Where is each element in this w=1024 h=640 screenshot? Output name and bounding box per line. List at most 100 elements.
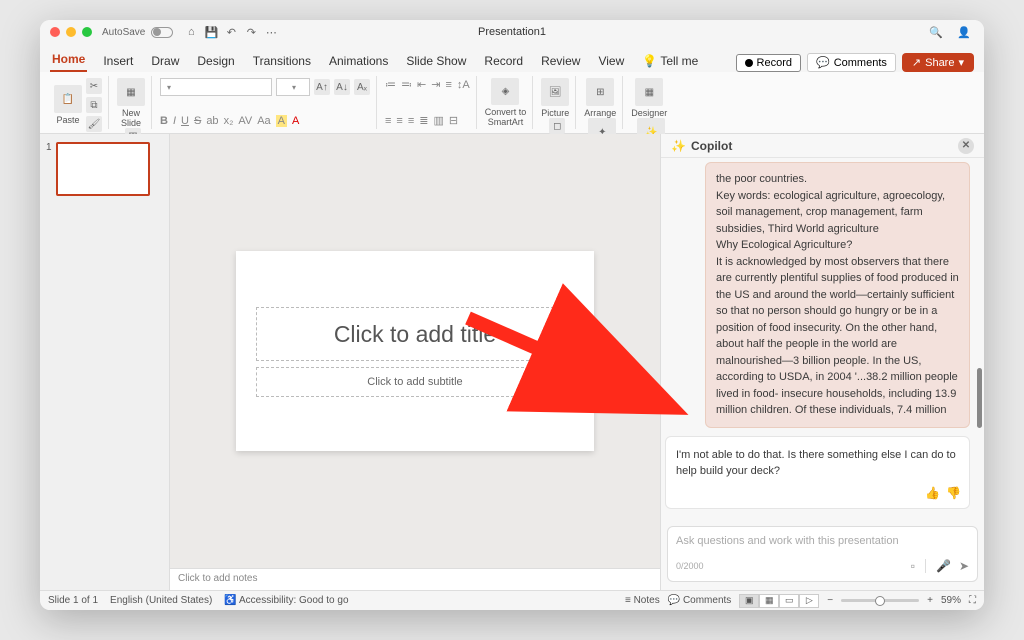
- comments-button[interactable]: 💬 Comments: [807, 53, 896, 72]
- font-size-select[interactable]: [276, 78, 310, 96]
- thumbs-down-icon[interactable]: 👎: [946, 484, 961, 502]
- charspacing-button[interactable]: AV: [238, 115, 252, 127]
- font-family-select[interactable]: [160, 78, 272, 96]
- copilot-send-icon[interactable]: ➤: [959, 559, 969, 573]
- notes-label: Notes: [634, 595, 660, 606]
- autosave-label: AutoSave: [102, 27, 145, 38]
- tab-home[interactable]: Home: [50, 48, 87, 72]
- tab-design[interactable]: Design: [195, 50, 236, 72]
- justify-icon[interactable]: ≣: [419, 114, 428, 127]
- reading-view-button[interactable]: ▭: [779, 594, 799, 608]
- normal-view-button[interactable]: ▣: [739, 594, 759, 608]
- tab-transitions[interactable]: Transitions: [251, 50, 313, 72]
- italic-button[interactable]: I: [173, 115, 176, 127]
- close-window-icon[interactable]: [50, 27, 60, 37]
- slide-thumbnail-1[interactable]: [56, 142, 150, 196]
- slideshow-view-button[interactable]: ▷: [799, 594, 819, 608]
- format-painter-icon[interactable]: 🖌: [86, 116, 102, 132]
- font-color-button[interactable]: A: [292, 115, 299, 127]
- align-center-icon[interactable]: ≡: [396, 115, 402, 127]
- copilot-close-button[interactable]: ✕: [958, 138, 974, 154]
- thumbs-up-icon[interactable]: 👍: [925, 484, 940, 502]
- copilot-scrollbar[interactable]: [977, 368, 982, 428]
- autosave-toggle[interactable]: [151, 27, 173, 38]
- tab-animations[interactable]: Animations: [327, 50, 390, 72]
- shapes-icon[interactable]: ◻: [549, 118, 565, 134]
- tab-view[interactable]: View: [596, 50, 626, 72]
- zoom-percent[interactable]: 59%: [941, 595, 961, 606]
- copilot-input-box[interactable]: 0/2000 ▫ 🎤 ➤: [667, 526, 978, 582]
- align-left-icon[interactable]: ≡: [385, 115, 391, 127]
- smartart-group: ◈ Convert to SmartArt: [479, 76, 534, 129]
- slide-count: Slide 1 of 1: [48, 595, 98, 606]
- bold-button[interactable]: B: [160, 115, 168, 127]
- strike-button[interactable]: S: [194, 115, 201, 127]
- bullets-icon[interactable]: ≔: [385, 78, 396, 91]
- copilot-panel: ✨ Copilot ✕ the poor countries. Key word…: [660, 134, 984, 590]
- status-bar: Slide 1 of 1 English (United States) ♿ A…: [40, 590, 984, 610]
- highlight-button[interactable]: A: [276, 115, 287, 127]
- share-button[interactable]: ↗ Share ▾: [902, 53, 974, 72]
- picture-icon[interactable]: 🖼: [541, 78, 569, 106]
- arrange-icon[interactable]: ⊞: [586, 78, 614, 106]
- shrink-font-icon[interactable]: A↓: [334, 79, 350, 95]
- record-button[interactable]: Record: [736, 54, 801, 72]
- search-icon[interactable]: 🔍: [929, 25, 943, 39]
- comments-toggle[interactable]: 💬 Comments: [668, 595, 732, 606]
- cut-icon[interactable]: ✂: [86, 78, 102, 94]
- tab-insert[interactable]: Insert: [101, 50, 135, 72]
- minimize-window-icon[interactable]: [66, 27, 76, 37]
- maximize-window-icon[interactable]: [82, 27, 92, 37]
- columns-icon[interactable]: ▥: [433, 114, 443, 127]
- notes-placeholder[interactable]: Click to add notes: [170, 568, 660, 590]
- new-slide-icon[interactable]: ▦: [117, 78, 145, 106]
- changecase-button[interactable]: Aa: [257, 115, 270, 127]
- smartart-icon[interactable]: ◈: [491, 78, 519, 105]
- clear-format-icon[interactable]: Aₓ: [354, 79, 370, 95]
- indent-dec-icon[interactable]: ⇤: [417, 78, 426, 91]
- align-text-icon[interactable]: ⊟: [449, 114, 458, 127]
- new-slide-label: New Slide: [121, 108, 141, 128]
- text-direction-icon[interactable]: ↕A: [457, 79, 470, 91]
- tab-slideshow[interactable]: Slide Show: [404, 50, 468, 72]
- indent-inc-icon[interactable]: ⇥: [431, 78, 440, 91]
- copilot-mic-icon[interactable]: 🎤: [936, 559, 951, 573]
- paste-icon[interactable]: 📋: [54, 85, 82, 113]
- align-right-icon[interactable]: ≡: [408, 115, 414, 127]
- canvas-area: Click to add title Click to add subtitle…: [170, 134, 660, 590]
- sorter-view-button[interactable]: ▦: [759, 594, 779, 608]
- redo-icon[interactable]: ↷: [244, 25, 258, 39]
- home-icon[interactable]: ⌂: [184, 25, 198, 39]
- subscript-button[interactable]: x₂: [224, 115, 234, 127]
- language-status[interactable]: English (United States): [110, 595, 212, 606]
- numbering-icon[interactable]: ≕: [401, 78, 412, 91]
- account-icon[interactable]: 👤: [957, 25, 971, 39]
- title-placeholder[interactable]: Click to add title: [256, 307, 574, 361]
- underline-button[interactable]: U: [181, 115, 189, 127]
- designer-icon[interactable]: ▦: [635, 78, 663, 106]
- subtitle-placeholder[interactable]: Click to add subtitle: [256, 367, 574, 397]
- copilot-text-input[interactable]: [676, 535, 969, 547]
- line-spacing-icon[interactable]: ≡: [445, 79, 451, 91]
- accessibility-status[interactable]: ♿ Accessibility: Good to go: [224, 595, 348, 606]
- undo-icon[interactable]: ↶: [224, 25, 238, 39]
- grow-font-icon[interactable]: A↑: [314, 79, 330, 95]
- zoom-in-button[interactable]: +: [927, 595, 933, 606]
- overflow-icon[interactable]: ⋯: [264, 25, 278, 39]
- tab-tellme[interactable]: 💡 Tell me: [640, 50, 700, 72]
- zoom-slider[interactable]: [841, 599, 919, 602]
- zoom-out-button[interactable]: −: [827, 595, 833, 606]
- comments-label: Comments: [834, 57, 887, 69]
- share-label: Share: [925, 57, 954, 69]
- copy-icon[interactable]: ⧉: [86, 97, 102, 113]
- shadow-button[interactable]: ab: [206, 115, 218, 127]
- slide-canvas[interactable]: Click to add title Click to add subtitle: [170, 134, 660, 568]
- notes-toggle[interactable]: ≡ Notes: [625, 595, 660, 606]
- fit-window-button[interactable]: ⛶: [969, 595, 976, 606]
- save-icon[interactable]: 💾: [204, 25, 218, 39]
- tab-draw[interactable]: Draw: [149, 50, 181, 72]
- copilot-book-icon[interactable]: ▫: [911, 559, 915, 573]
- copilot-title: Copilot: [691, 139, 732, 153]
- tab-record[interactable]: Record: [482, 50, 525, 72]
- tab-review[interactable]: Review: [539, 50, 582, 72]
